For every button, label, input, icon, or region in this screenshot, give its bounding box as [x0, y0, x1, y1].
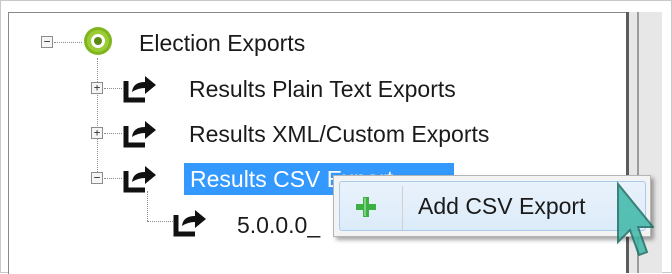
export-arrow-icon	[123, 166, 156, 193]
tree-line	[54, 42, 82, 43]
collapse-toggle[interactable]: −	[91, 172, 103, 184]
tree-node-label[interactable]: Election Exports	[139, 27, 305, 59]
tree-line	[97, 58, 98, 180]
menu-icon-separator	[402, 186, 403, 230]
export-arrow-icon	[123, 76, 156, 103]
expand-toggle[interactable]: +	[91, 127, 103, 139]
mouse-cursor-icon	[617, 181, 654, 257]
green-target-icon	[84, 27, 112, 55]
green-plus-icon	[356, 197, 376, 217]
export-arrow-icon	[123, 121, 156, 148]
export-arrow-icon	[173, 210, 206, 237]
tree-line	[147, 221, 173, 222]
tree-line	[104, 133, 122, 134]
menu-item-label: Add CSV Export	[418, 193, 586, 219]
tree-line	[147, 191, 148, 221]
tree-node-label[interactable]: 5.0.0.0_	[237, 209, 320, 241]
tree-line	[104, 178, 122, 179]
context-menu: Add CSV Export	[333, 175, 651, 237]
tree-line	[104, 88, 122, 89]
tree-node-label[interactable]: Results Plain Text Exports	[189, 73, 456, 105]
expand-toggle[interactable]: +	[91, 82, 103, 94]
collapse-toggle[interactable]: −	[41, 36, 53, 48]
menu-item-add-csv-export[interactable]: Add CSV Export	[339, 181, 646, 231]
tree-node-label[interactable]: Results XML/Custom Exports	[189, 118, 489, 150]
